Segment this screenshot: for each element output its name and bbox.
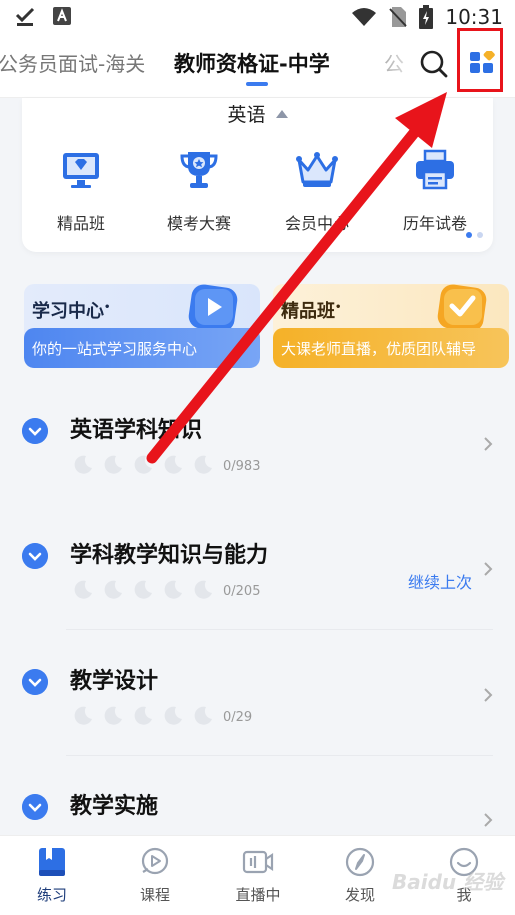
nav-label: 发现	[344, 886, 375, 904]
nav-label: 课程	[139, 886, 170, 904]
nav-courses[interactable]: 课程	[115, 846, 195, 905]
book-icon	[39, 848, 65, 876]
nav-practice[interactable]: 练习	[12, 846, 92, 905]
nav-discover[interactable]: 发现	[320, 846, 400, 905]
video-camera-icon	[242, 850, 274, 874]
nav-live[interactable]: 直播中	[218, 846, 298, 905]
compass-icon	[345, 847, 375, 877]
watermark: Baidu 经验	[392, 870, 504, 894]
annotation-arrow	[146, 92, 447, 464]
nav-label: 直播中	[235, 886, 281, 904]
play-circle-icon	[141, 847, 169, 875]
nav-label: 练习	[36, 886, 67, 904]
